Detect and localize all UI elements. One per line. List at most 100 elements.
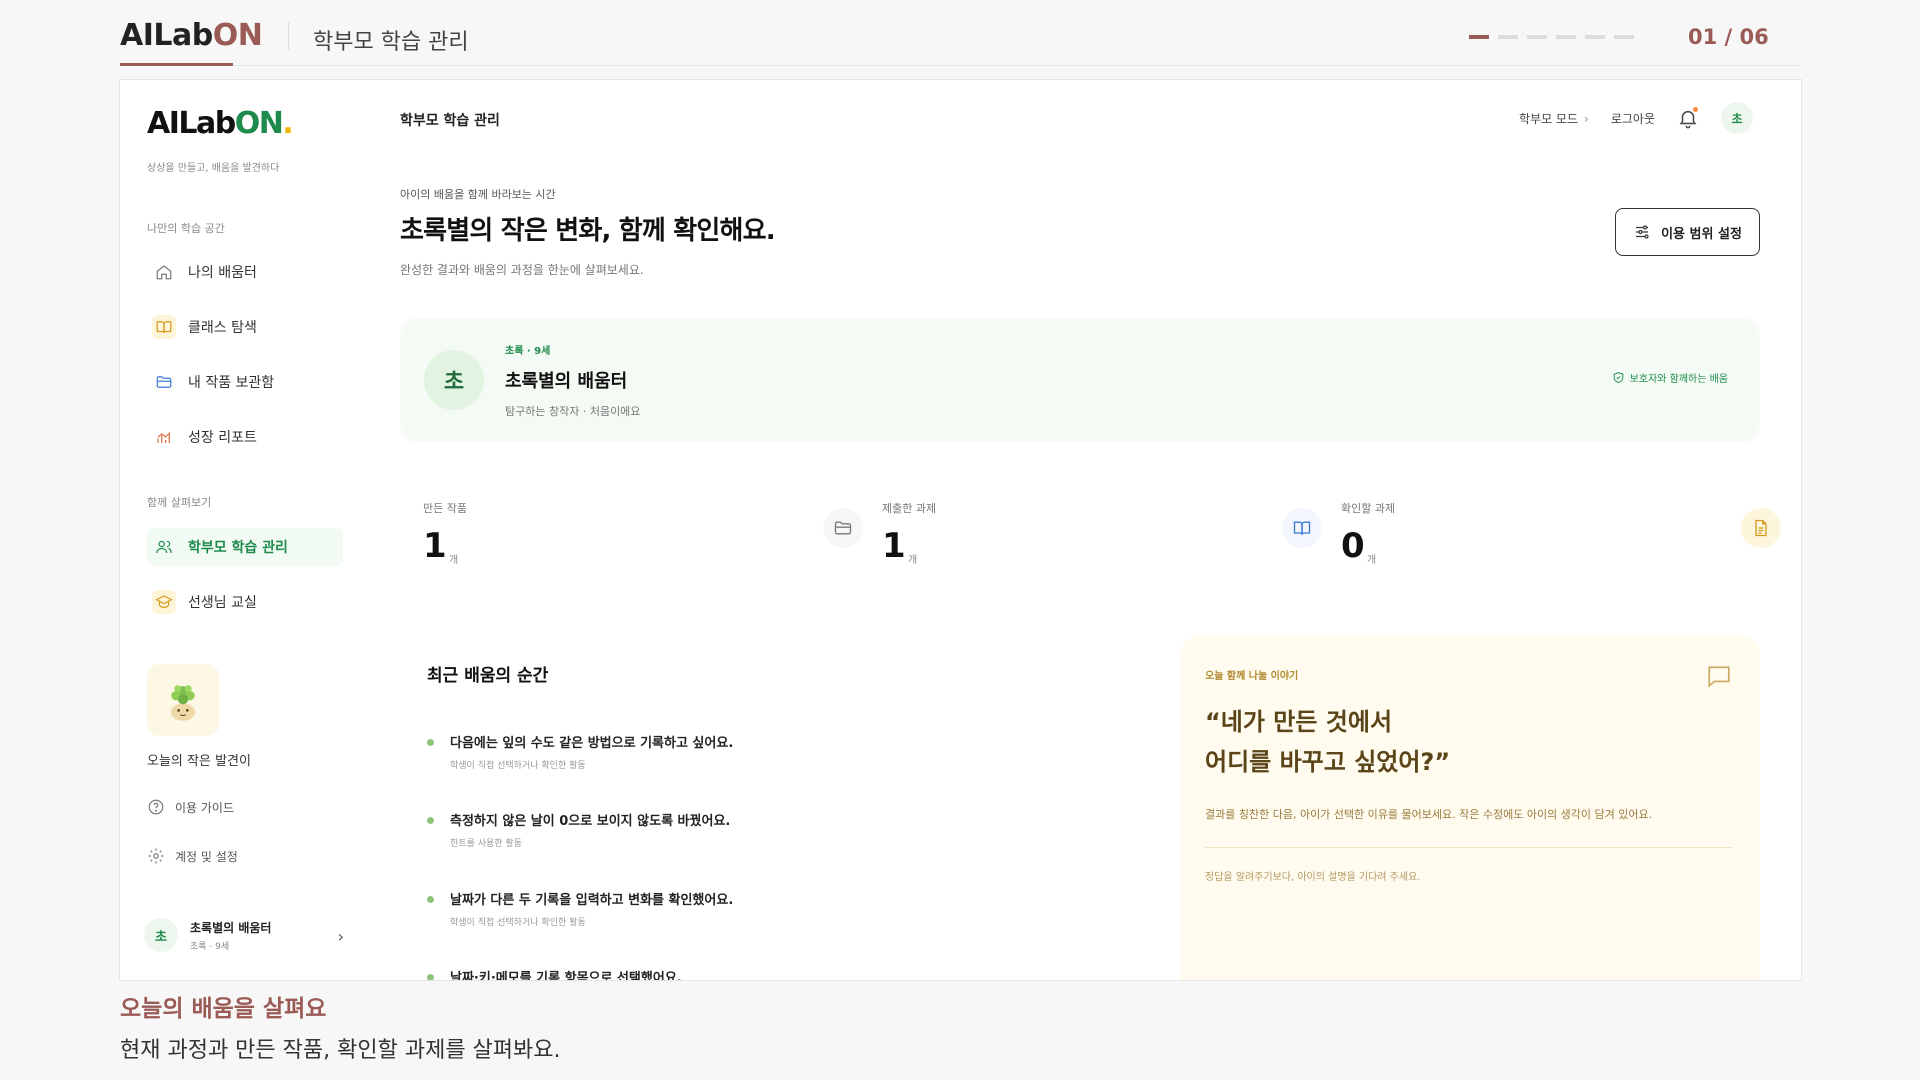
stat-label: 만든 작품 <box>423 502 467 515</box>
sidebar-item-label: 학부모 학습 관리 <box>188 540 288 556</box>
sidebar-item-label: 선생님 교실 <box>188 595 257 611</box>
users-icon <box>152 535 176 559</box>
bullet-dot <box>427 817 434 824</box>
app-logo[interactable]: AILabON. <box>147 106 294 141</box>
child-desc: 탐구하는 창작자 · 처음이에요 <box>505 405 641 418</box>
talk-suggestion-card: 오늘 함께 나눌 이야기 “네가 만든 것에서 어디를 바꾸고 싶었어?” 결과… <box>1180 635 1760 980</box>
sidebar-item-label: 내 작품 보관함 <box>188 375 275 391</box>
bell-icon[interactable] <box>1677 107 1699 129</box>
sidebar-item-class-explore[interactable]: 클래스 탐색 <box>147 308 343 346</box>
parent-mode-label: 학부모 모드 <box>1519 111 1579 126</box>
deck-dot-2[interactable] <box>1498 35 1518 39</box>
talk-quote-line1: “네가 만든 것에서 <box>1205 708 1393 736</box>
gear-icon <box>148 848 164 864</box>
talk-quote-line2: 어디를 바꾸고 싶었어?” <box>1205 748 1451 776</box>
logout-button[interactable]: 로그아웃 <box>1611 110 1655 127</box>
sliders-icon <box>1636 225 1649 239</box>
stat-submitted: 제출한 과제 1 개 <box>882 500 1322 580</box>
sidebar-item-my-learning[interactable]: 나의 배움터 <box>147 253 343 291</box>
speech-bubble-icon <box>1708 666 1730 688</box>
profile-name: 초록별의 배움터 <box>190 920 272 935</box>
tagline: 상상을 만들고, 배움을 발견하다 <box>147 163 280 174</box>
sidebar-item-my-works[interactable]: 내 작품 보관함 <box>147 363 343 401</box>
status-badge: 보호자와 함께하는 배움 <box>1612 370 1728 385</box>
guide-link[interactable]: 이용 가이드 <box>147 798 234 816</box>
sidebar-item-teacher-classroom[interactable]: 선생님 교실 <box>147 583 343 621</box>
scope-settings-label: 이용 범위 설정 <box>1661 226 1742 242</box>
caption-sub: 현재 과정과 만든 작품, 확인할 과제를 살펴봐요. <box>120 1038 561 1063</box>
bullet-dot <box>427 974 434 980</box>
talk-quote: “네가 만든 것에서 어디를 바꾸고 싶었어?” <box>1205 702 1725 782</box>
deck-progress-dots <box>1469 35 1634 39</box>
stat-to-check: 확인할 과제 0 개 <box>1341 500 1781 580</box>
stat-unit: 개 <box>1367 555 1377 566</box>
recent-title: 최근 배움의 순간 <box>427 666 549 686</box>
deck-brand: AILabON <box>120 18 263 53</box>
deck-dot-6[interactable] <box>1614 35 1634 39</box>
deck-dot-3[interactable] <box>1527 35 1547 39</box>
profile-card[interactable]: 초 초록별의 배움터 초록 · 9세 › <box>144 913 344 957</box>
stat-value: 0 <box>1341 526 1365 566</box>
section-label-together: 함께 살펴보기 <box>147 496 212 509</box>
sidebar-item-label: 클래스 탐색 <box>188 320 257 336</box>
home-icon <box>152 260 176 284</box>
badge-label: 보호자와 함께하는 배움 <box>1629 374 1728 385</box>
avatar[interactable]: 초 <box>1721 102 1753 134</box>
deck-brand-underline <box>120 63 233 66</box>
deck-dot-4[interactable] <box>1556 35 1576 39</box>
deck-title: 학부모 학습 관리 <box>313 30 469 55</box>
sidebar-item-growth-report[interactable]: 성장 리포트 <box>147 418 343 456</box>
book-icon <box>152 315 176 339</box>
profile-text: 초록별의 배움터 초록 · 9세 <box>190 919 271 952</box>
list-item-text: 날짜·키·메모를 기록 항목으로 선택했어요. <box>450 971 682 981</box>
deck-dot-1[interactable] <box>1469 35 1489 39</box>
settings-link[interactable]: 계정 및 설정 <box>147 847 238 865</box>
sidebar: AILabON. 상상을 만들고, 배움을 발견하다 나만의 학습 공간 나의 … <box>120 80 360 980</box>
discovery-label: 오늘의 작은 발견이 <box>147 754 251 769</box>
deck-dot-5[interactable] <box>1585 35 1605 39</box>
chevron-right-icon: › <box>1584 111 1589 126</box>
document-icon <box>1741 508 1781 548</box>
top-actions: 학부모 모드 › 로그아웃 초 <box>1519 102 1753 134</box>
stat-label: 제출한 과제 <box>882 502 937 515</box>
logo-prefix: AILab <box>147 106 236 141</box>
page-title: 학부모 학습 관리 <box>400 113 500 129</box>
logo-suffix: ON <box>234 106 284 141</box>
stat-unit: 개 <box>449 555 459 566</box>
chevron-right-icon: › <box>337 927 344 946</box>
deck-page-indicator: 01 / 06 <box>1688 25 1769 49</box>
logo-dot: . <box>282 106 293 141</box>
book-icon <box>1282 508 1322 548</box>
deck-divider <box>288 22 289 50</box>
avatar: 초 <box>424 350 484 410</box>
guide-label: 이용 가이드 <box>175 800 235 815</box>
bullet-dot <box>427 739 434 746</box>
divider <box>1205 847 1733 848</box>
section-label-my-space: 나만의 학습 공간 <box>147 222 225 235</box>
bullet-dot <box>427 896 434 903</box>
stat-value: 1 <box>423 526 447 566</box>
child-profile-card: 초 초록 · 9세 초록별의 배움터 탐구하는 창작자 · 처음이에요 보호자와… <box>400 318 1760 442</box>
folder-icon <box>823 508 863 548</box>
deck-brand-prefix: AILab <box>120 18 213 53</box>
stat-works: 만든 작품 1 개 <box>423 500 863 580</box>
folder-icon <box>152 370 176 394</box>
sidebar-item-label: 성장 리포트 <box>188 430 257 446</box>
list-item-sub: 학생이 직접 선택하거나 확인한 활동 <box>450 761 586 771</box>
list-item-text: 다음에는 잎의 수도 같은 방법으로 기록하고 싶어요. <box>450 736 734 751</box>
list-item-sub: 학생이 직접 선택하거나 확인한 활동 <box>450 918 586 928</box>
settings-label: 계정 및 설정 <box>175 849 238 864</box>
sidebar-item-parent-management[interactable]: 학부모 학습 관리 <box>147 528 343 566</box>
child-name: 초록별의 배움터 <box>505 371 628 392</box>
notification-dot <box>1693 107 1698 112</box>
parent-mode-button[interactable]: 학부모 모드 › <box>1519 110 1589 127</box>
profile-sub: 초록 · 9세 <box>190 941 230 952</box>
talk-eyebrow: 오늘 함께 나눌 이야기 <box>1205 671 1299 682</box>
caption-title: 오늘의 배움을 살펴요 <box>120 996 327 1022</box>
deck-brand-suffix: ON <box>212 18 263 53</box>
shield-icon <box>1613 372 1623 383</box>
talk-foot: 정답을 알려주기보다, 아이의 설명을 기다려 주세요. <box>1205 872 1421 883</box>
scope-settings-button[interactable]: 이용 범위 설정 <box>1615 208 1760 256</box>
hero-subline: 완성한 결과와 배움의 과정을 한눈에 살펴보세요. <box>400 263 644 277</box>
deck-header: AILabON 학부모 학습 관리 01 / 06 <box>120 0 1800 66</box>
